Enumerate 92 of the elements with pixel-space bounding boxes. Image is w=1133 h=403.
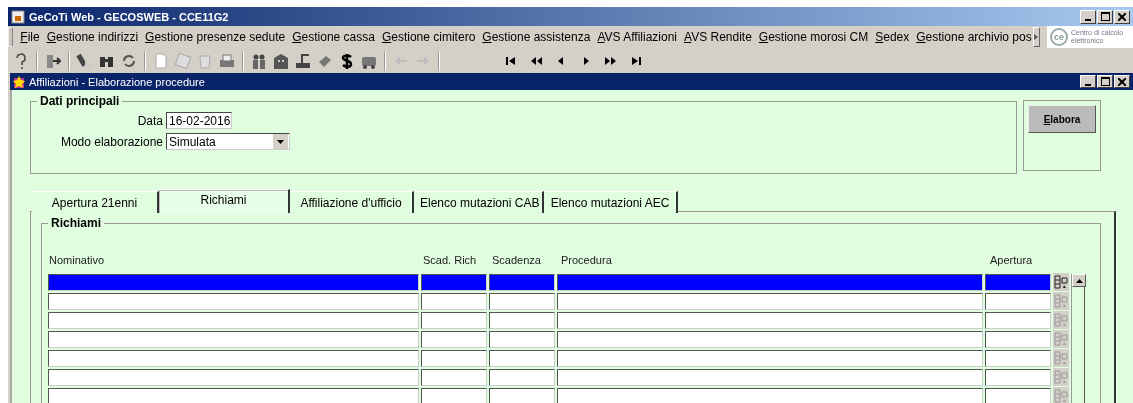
table-cell[interactable] — [985, 331, 1051, 348]
menu-item[interactable]: Gestione morosi CM — [758, 30, 869, 44]
column-header: Scad. Rich — [422, 254, 478, 268]
menu-item[interactable]: Gestione assistenza — [482, 30, 591, 44]
close-button[interactable] — [1114, 75, 1130, 88]
menu-item[interactable]: Gestione cimitero — [381, 30, 476, 44]
menu-item[interactable]: AVS Rendite — [684, 30, 752, 44]
table-cell[interactable] — [557, 350, 983, 367]
table-cell[interactable] — [489, 388, 555, 403]
minimize-icon — [1085, 83, 1091, 86]
maximize-icon — [1100, 12, 1110, 21]
table-cell[interactable] — [557, 293, 983, 310]
table-cell[interactable] — [421, 331, 487, 348]
table-cell[interactable] — [48, 312, 419, 329]
table-cell[interactable] — [557, 312, 983, 329]
table-cell[interactable] — [489, 350, 555, 367]
nextpage-record-icon[interactable] — [604, 54, 618, 67]
table-cell[interactable] — [48, 274, 419, 291]
mode-dropdown[interactable]: Simulata — [166, 133, 290, 150]
last-record-icon[interactable] — [629, 54, 643, 67]
table-cell[interactable] — [421, 388, 487, 403]
table-cell[interactable] — [985, 350, 1051, 367]
menu-item[interactable]: Gestione cassa — [292, 30, 375, 44]
printer-icon[interactable] — [218, 51, 236, 70]
scrollbar[interactable] — [1071, 274, 1085, 403]
menu-item[interactable]: Sedex — [875, 30, 910, 44]
table-cell[interactable] — [48, 388, 419, 403]
menu-item[interactable]: AVS Affiliazioni — [597, 30, 677, 44]
process-button[interactable]: Elabora — [1028, 105, 1096, 133]
table-cell[interactable] — [489, 369, 555, 386]
up-arrow-icon — [1075, 278, 1083, 283]
maximize-button[interactable] — [1097, 75, 1113, 88]
table-cell[interactable] — [985, 312, 1051, 329]
tab[interactable]: Elenco mutazioni AEC — [544, 191, 678, 213]
first-record-icon[interactable] — [504, 54, 518, 67]
table-cell[interactable] — [48, 369, 419, 386]
menu-overflow-button[interactable] — [1032, 27, 1040, 47]
close-icon — [1118, 77, 1126, 86]
table-cell[interactable] — [489, 293, 555, 310]
table-cell[interactable] — [421, 293, 487, 310]
building-icon[interactable] — [272, 51, 290, 70]
field-label: Modo elaborazione — [59, 134, 163, 149]
window-title: Affiliazioni - Elaborazione procedure — [29, 75, 205, 88]
menu-item[interactable]: Gestione indirizzi — [46, 30, 139, 44]
maximize-icon — [1100, 77, 1110, 86]
table-cell[interactable] — [48, 331, 419, 348]
table-cell[interactable] — [557, 388, 983, 403]
close-button[interactable] — [1114, 9, 1130, 24]
table-cell[interactable] — [489, 331, 555, 348]
minimize-button[interactable] — [1080, 9, 1096, 24]
table-cell[interactable] — [421, 312, 487, 329]
tab[interactable]: Apertura 21enni — [32, 191, 159, 213]
column-header: Nominativo — [48, 254, 106, 268]
table-cell[interactable] — [985, 388, 1051, 403]
group-title: Richiami — [50, 216, 102, 230]
maximize-button[interactable] — [1097, 9, 1113, 24]
logo-mark: ce — [1050, 28, 1068, 46]
cup-icon — [11, 9, 25, 24]
tab[interactable]: Affiliazione d'ufficio — [290, 191, 414, 213]
column-header: Procedura — [560, 254, 613, 268]
prevpage-record-icon[interactable] — [529, 54, 543, 67]
caret-icon — [1034, 34, 1039, 40]
table-cell[interactable] — [985, 293, 1051, 310]
tab[interactable]: Richiami — [159, 189, 290, 213]
table-cell[interactable] — [421, 369, 487, 386]
close-icon — [1118, 12, 1126, 21]
table-cell[interactable] — [48, 293, 419, 310]
star-icon — [12, 74, 26, 89]
column-header: Apertura — [989, 254, 1034, 268]
menu-item[interactable]: File — [20, 30, 40, 44]
column-header: Scadenza — [491, 254, 542, 268]
minimize-button[interactable] — [1080, 75, 1096, 88]
date-field[interactable]: 16-02-2016 — [166, 112, 232, 129]
detail-icon[interactable] — [1053, 273, 1069, 291]
table-cell[interactable] — [557, 331, 983, 348]
table-cell[interactable] — [985, 274, 1051, 291]
field-label: Data — [136, 113, 163, 128]
menu-item[interactable]: Gestione presenze sedute — [145, 30, 286, 44]
window-title: GeCoTi Web - GECOSWEB - CCE11G2 — [29, 10, 229, 23]
minimize-icon — [1085, 18, 1091, 21]
scroll-up-button[interactable] — [1072, 274, 1086, 287]
table-cell[interactable] — [557, 274, 983, 291]
table-cell[interactable] — [489, 274, 555, 291]
table-cell[interactable] — [489, 312, 555, 329]
table-cell[interactable] — [421, 350, 487, 367]
table-cell[interactable] — [557, 369, 983, 386]
tab[interactable]: Elenco mutazioni CAB — [414, 191, 544, 213]
menu-item[interactable]: Gestione archivio pos — [916, 30, 1032, 44]
group-title: Dati principali — [39, 94, 121, 108]
table-cell[interactable] — [421, 274, 487, 291]
table-cell[interactable] — [985, 369, 1051, 386]
table-cell[interactable] — [48, 350, 419, 367]
